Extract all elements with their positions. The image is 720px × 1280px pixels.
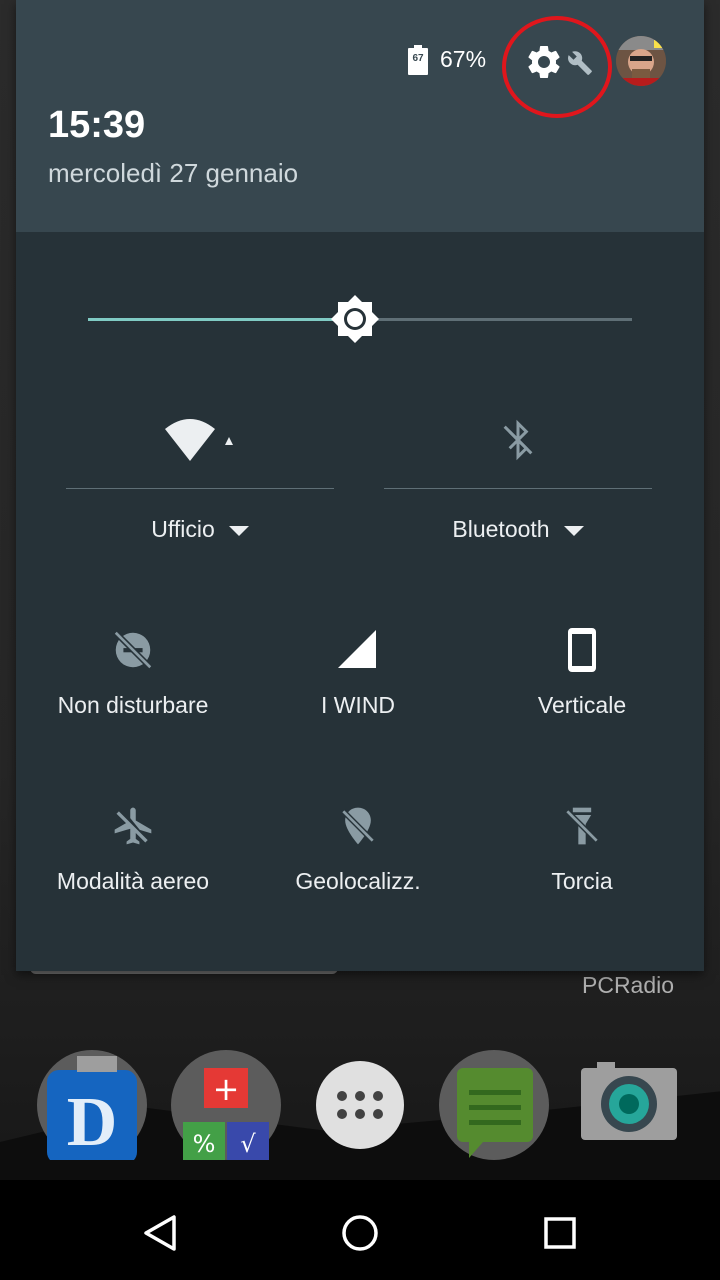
flashlight-off-icon: [565, 807, 599, 845]
dlink-app-icon[interactable]: D: [37, 1050, 147, 1160]
messaging-app-icon[interactable]: [439, 1050, 549, 1160]
wifi-network-dropdown[interactable]: Ufficio: [66, 516, 334, 543]
settings-button[interactable]: [522, 40, 566, 84]
camera-app-icon[interactable]: [573, 1050, 683, 1160]
pcradio-widget-label[interactable]: PCRadio: [582, 972, 674, 999]
tile-airplane-mode[interactable]: Modalità aereo: [18, 796, 248, 946]
wifi-divider: [66, 488, 334, 489]
user-avatar[interactable]: [616, 36, 666, 86]
brightness-thumb-icon[interactable]: [329, 293, 381, 345]
back-button[interactable]: [135, 1208, 185, 1258]
tile-flashlight[interactable]: Torcia: [467, 796, 697, 946]
svg-text:√: √: [240, 1130, 256, 1158]
chevron-down-icon: [228, 525, 249, 536]
tile-label: I WIND: [320, 692, 396, 718]
wifi-tile[interactable]: Ufficio: [66, 400, 334, 570]
gear-icon: [528, 45, 560, 78]
bluetooth-label: Bluetooth: [452, 516, 550, 542]
calculator-app-icon[interactable]: + % √: [171, 1050, 281, 1160]
brightness-fill: [88, 318, 355, 321]
cell-signal-icon: [338, 630, 376, 668]
portrait-rotation-icon: [568, 628, 596, 672]
app-drawer-icon[interactable]: [305, 1050, 415, 1160]
do-not-disturb-off-icon: [113, 630, 153, 670]
airplane-mode-off-icon: [114, 807, 152, 845]
home-icon: [342, 1215, 378, 1251]
chevron-down-icon: [563, 525, 584, 536]
wrench-icon: [568, 51, 592, 75]
bluetooth-tile[interactable]: Bluetooth: [384, 400, 652, 570]
back-icon: [144, 1215, 176, 1251]
tile-mobile-network[interactable]: I WIND: [243, 620, 473, 770]
clock: 15:39: [48, 104, 146, 146]
quick-settings-panel: 67 67% 15:39 mercoledì 27 gennaio Uffici…: [16, 0, 704, 971]
bluetooth-divider: [384, 488, 652, 489]
tile-do-not-disturb[interactable]: Non disturbare: [18, 620, 248, 770]
bluetooth-dropdown[interactable]: Bluetooth: [384, 516, 652, 543]
tile-label: Non disturbare: [57, 692, 209, 718]
location-off-icon: [341, 807, 375, 845]
date-label[interactable]: mercoledì 27 gennaio: [48, 158, 298, 189]
svg-text:%: %: [193, 1130, 216, 1158]
tile-label: Torcia: [551, 868, 613, 894]
svg-text:D: D: [67, 1084, 118, 1160]
wifi-icon: [165, 419, 233, 461]
tile-label: Modalità aereo: [56, 868, 210, 894]
quick-settings-header: 67 67% 15:39 mercoledì 27 gennaio: [16, 0, 704, 232]
tile-label: Geolocalizz.: [295, 868, 421, 894]
home-button[interactable]: [335, 1208, 385, 1258]
bluetooth-off-icon: [503, 419, 533, 461]
tile-location[interactable]: Geolocalizz.: [243, 796, 473, 946]
battery-level-text: 67: [412, 53, 424, 64]
tile-label: Verticale: [537, 692, 627, 718]
tile-rotation[interactable]: Verticale: [467, 620, 697, 770]
svg-text:+: +: [213, 1070, 240, 1108]
battery-percent: 67%: [440, 46, 487, 72]
recents-button[interactable]: [535, 1208, 585, 1258]
wifi-network-label: Ufficio: [151, 516, 215, 542]
recents-icon: [544, 1217, 576, 1249]
